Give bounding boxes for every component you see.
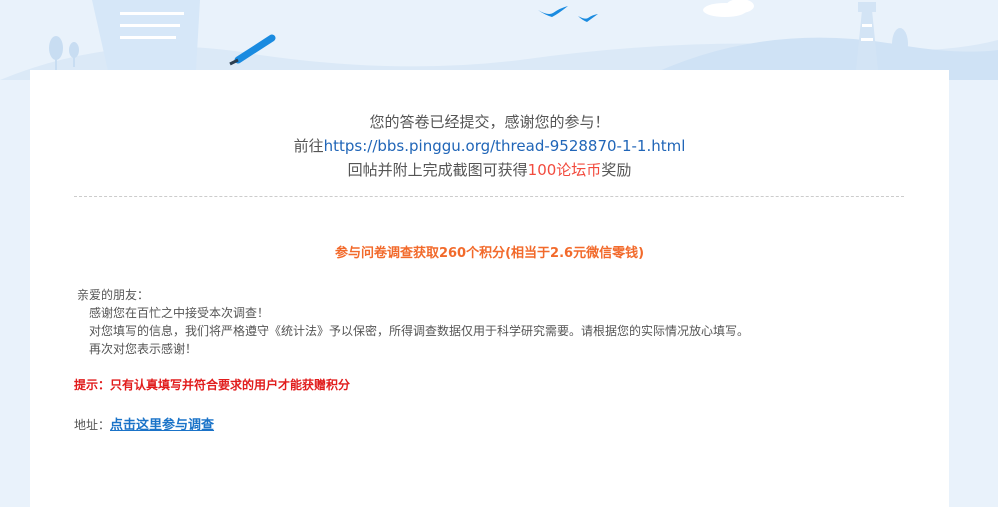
letter-greeting: 亲爱的朋友： [77, 288, 150, 302]
letter-paragraph-3: 再次对您表示感谢！ [89, 342, 198, 356]
submitted-text: 您的答卷已经提交，感谢您的参与！ [369, 113, 610, 131]
bird-icon [538, 6, 598, 22]
dashed-divider [74, 196, 904, 197]
letter: 亲爱的朋友： 感谢您在百忙之中接受本次调查！ 对您填写的信息，我们将严格遵守《统… [77, 286, 749, 358]
lighthouse-icon [856, 2, 878, 70]
reward-suffix: 奖励 [601, 161, 632, 179]
reward-prefix: 回帖并附上完成截图可获得 [347, 161, 528, 179]
cloud-icon [703, 0, 754, 17]
paper-icon [92, 0, 200, 80]
letter-paragraph-1: 感谢您在百忙之中接受本次调查！ [89, 306, 270, 320]
tip-text: 提示：只有认真填写并符合要求的用户才能获赠积分 [74, 378, 351, 392]
survey-card: 您的答卷已经提交，感谢您的参与！ 前往https://bbs.pinggu.or… [30, 70, 949, 507]
reward-line: 回帖并附上完成截图可获得100论坛币奖励 [30, 158, 949, 182]
thread-line: 前往https://bbs.pinggu.org/thread-9528870-… [30, 134, 949, 158]
address-label: 地址： [74, 418, 111, 432]
thread-link[interactable]: https://bbs.pinggu.org/thread-9528870-1-… [324, 137, 686, 155]
address-line: 地址：点击这里参与调查 [74, 414, 214, 433]
header-banner [0, 0, 998, 80]
reward-amount: 100论坛币 [527, 161, 602, 179]
letter-paragraph-2: 对您填写的信息，我们将严格遵守《统计法》予以保密，所得调查数据仅用于科学研究需要… [89, 324, 750, 338]
survey-title: 参与问卷调查获取260个积分(相当于2.6元微信零钱) [334, 246, 645, 261]
survey-link[interactable]: 点击这里参与调查 [110, 418, 214, 433]
banner-illustration [0, 0, 998, 80]
thread-prefix: 前往 [293, 137, 324, 155]
submission-message: 您的答卷已经提交，感谢您的参与！ 前往https://bbs.pinggu.or… [30, 110, 949, 182]
